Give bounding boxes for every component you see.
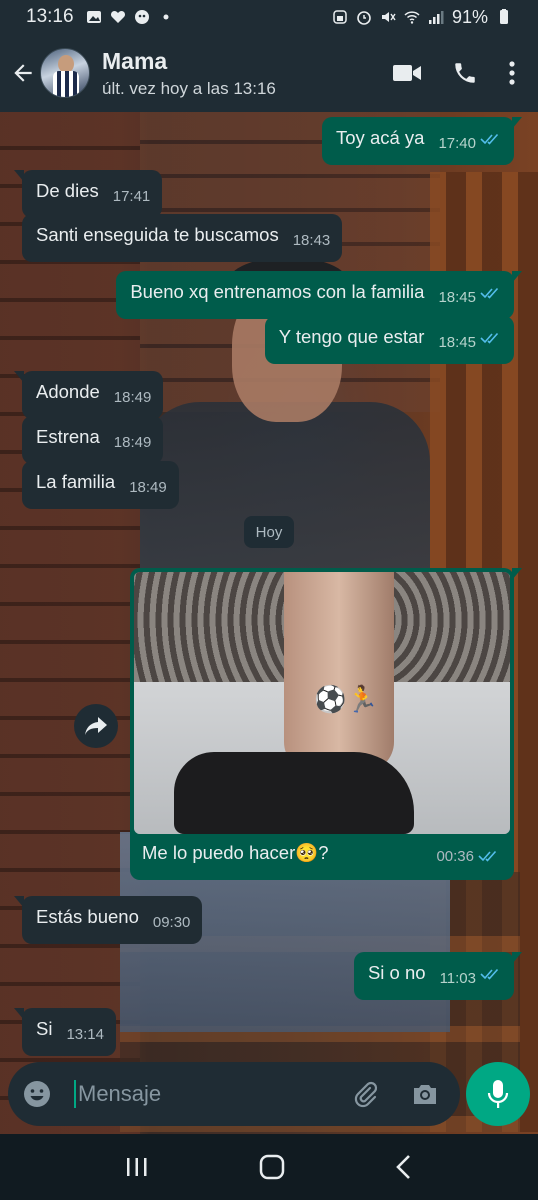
- message-text: Y tengo que estar: [278, 326, 425, 347]
- wifi-icon: [404, 11, 420, 24]
- message-incoming[interactable]: Estás bueno 09:30: [13, 896, 203, 944]
- message-time: 18:49: [113, 389, 152, 406]
- dot-icon: [163, 14, 169, 20]
- message-outgoing[interactable]: Si o no 11:03: [353, 952, 523, 1000]
- heart-notification-icon: [110, 10, 125, 23]
- message-time: 11:03: [439, 970, 476, 987]
- message-text: Adonde: [36, 381, 100, 402]
- recents-icon[interactable]: [125, 1156, 149, 1178]
- app-notification-icon: [134, 10, 149, 24]
- message-text: Bueno xq entrenamos con la familia: [130, 281, 425, 302]
- phone-icon[interactable]: [452, 60, 478, 86]
- lock-icon: [333, 10, 347, 24]
- date-chip: Hoy: [244, 516, 294, 548]
- camera-icon[interactable]: [410, 1079, 440, 1109]
- read-receipt-icon: [480, 332, 499, 344]
- read-receipt-icon: [480, 133, 499, 145]
- status-time: 13:16: [26, 6, 74, 27]
- read-receipt-icon: [480, 287, 499, 299]
- battery-percent: 91%: [451, 6, 488, 27]
- message-outgoing[interactable]: Toy acá ya 17:40: [322, 117, 522, 165]
- message-time: 09:30: [152, 914, 191, 931]
- message-incoming[interactable]: De dies 17:41: [13, 170, 163, 218]
- mute-icon: [381, 12, 396, 22]
- read-receipt-icon: [478, 850, 497, 862]
- forward-icon: [85, 717, 107, 735]
- message-time: 18:43: [292, 232, 331, 249]
- chat-header: Mama últ. vez hoy a las 13:16: [0, 34, 538, 112]
- image-message[interactable]: ⚽🏃 Me lo puedo hacer🥺? 00:36: [130, 568, 522, 880]
- message-text: De dies: [36, 180, 99, 201]
- mic-icon: [487, 1080, 509, 1108]
- message-text: Santi enseguida te buscamos: [36, 224, 279, 245]
- chat-area[interactable]: Toy acá ya 17:40 De dies 17:41 Santi enseg…: [0, 112, 538, 1134]
- video-call-icon[interactable]: [392, 62, 422, 84]
- message-outgoing[interactable]: Y tengo que estar 18:45: [264, 316, 514, 364]
- message-time: 13:14: [66, 1026, 104, 1043]
- message-time: 18:45: [438, 334, 476, 351]
- message-incoming[interactable]: La familia 18:49: [22, 461, 179, 509]
- message-text: Estás bueno: [36, 906, 139, 927]
- back-button[interactable]: [6, 56, 40, 90]
- message-text: Si: [36, 1018, 53, 1039]
- message-time: 18:45: [438, 289, 476, 306]
- attach-icon[interactable]: [350, 1079, 380, 1109]
- read-receipt-icon: [480, 968, 499, 980]
- message-photo[interactable]: ⚽🏃: [134, 572, 510, 834]
- tattoo-sketch: ⚽🏃: [314, 684, 379, 714]
- message-input-container[interactable]: Mensaje: [8, 1062, 460, 1126]
- avatar[interactable]: [40, 48, 90, 98]
- signal-icon: [428, 11, 444, 24]
- message-incoming[interactable]: Santi enseguida te buscamos 18:43: [22, 214, 343, 262]
- last-seen: últ. vez hoy a las 13:16: [102, 78, 276, 98]
- message-time: 18:49: [129, 479, 167, 496]
- system-nav-bar: [0, 1134, 538, 1200]
- message-time: 17:41: [112, 188, 151, 205]
- home-icon[interactable]: [259, 1154, 285, 1180]
- message-text: Si o no: [367, 962, 426, 983]
- back-arrow-icon: [14, 64, 32, 82]
- message-time: 00:36: [436, 848, 474, 865]
- message-incoming[interactable]: Estrena 18:49: [22, 416, 164, 464]
- message-text: Me lo puedo hacer🥺?: [142, 842, 329, 863]
- wallpaper-wall: [0, 112, 140, 1134]
- emoji-icon[interactable]: [22, 1079, 52, 1109]
- message-text: La familia: [36, 471, 116, 492]
- message-input[interactable]: Mensaje: [74, 1080, 161, 1108]
- message-time: 17:40: [438, 135, 476, 152]
- nav-back-icon[interactable]: [395, 1154, 413, 1180]
- message-incoming[interactable]: Adonde 18:49: [13, 371, 164, 419]
- contact-info[interactable]: Mama últ. vez hoy a las 13:16: [102, 48, 276, 99]
- forward-button[interactable]: [74, 704, 118, 748]
- message-time: 18:49: [113, 434, 152, 451]
- message-text: Toy acá ya: [336, 127, 425, 148]
- gallery-notification-icon: [86, 11, 101, 23]
- mic-button[interactable]: [466, 1062, 530, 1126]
- contact-name: Mama: [102, 47, 168, 74]
- compose-bar: Mensaje: [0, 1058, 538, 1134]
- message-incoming[interactable]: Si 13:14: [14, 1008, 116, 1056]
- battery-icon: [500, 9, 508, 24]
- message-outgoing[interactable]: Bueno xq entrenamos con la familia 18:45: [116, 271, 522, 319]
- status-bar: 13:16 91%: [0, 0, 538, 34]
- more-options-icon[interactable]: [508, 60, 516, 86]
- message-text: Estrena: [36, 426, 100, 447]
- alarm-icon: [357, 11, 371, 25]
